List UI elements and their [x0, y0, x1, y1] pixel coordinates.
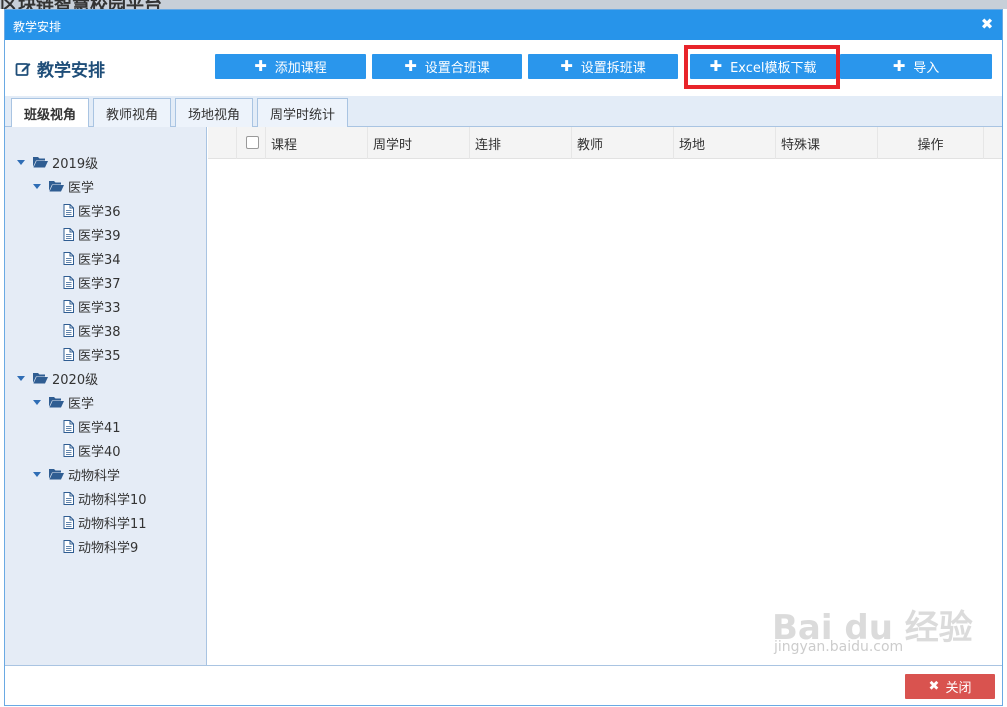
caret-down-icon: [33, 471, 41, 477]
edit-icon: [15, 62, 31, 76]
grid-header: 课程 周学时 连排 教师 场地 特殊课 操作: [208, 127, 1002, 159]
file-icon: [63, 227, 74, 241]
tree-node-class[interactable]: 动物科学11: [63, 511, 147, 533]
tab-class-view[interactable]: 班级视角: [11, 98, 89, 128]
file-icon: [63, 203, 74, 217]
file-icon: [63, 515, 74, 529]
column-header-actions[interactable]: 操作: [877, 127, 984, 159]
background-page-strip: 区块链智慧校园平台: [0, 0, 1007, 9]
close-icon[interactable]: ✖: [980, 17, 994, 32]
plus-icon: ✚: [892, 57, 906, 75]
tree-node-class[interactable]: 医学37: [63, 271, 121, 293]
tab-teacher-view[interactable]: 教师视角: [93, 98, 171, 127]
tree-node-label: 医学40: [78, 444, 121, 460]
set-merge-class-label: 设置合班课: [424, 61, 490, 76]
add-course-label: 添加课程: [274, 61, 327, 76]
tree-node-label: 医学36: [78, 204, 121, 220]
dialog-title-bar: 教学安排 ✖: [5, 10, 1002, 40]
tree-node-class[interactable]: 医学41: [63, 415, 121, 437]
import-button[interactable]: ✚ 导入: [840, 54, 992, 79]
file-icon: [63, 275, 74, 289]
folder-open-icon: [49, 469, 64, 480]
plus-icon: ✚: [404, 57, 417, 75]
column-header-venue[interactable]: 场地: [673, 127, 775, 159]
tree-node-label: 医学: [68, 396, 95, 412]
tree-node-class[interactable]: 医学36: [63, 199, 121, 221]
caret-down-icon: [17, 159, 25, 165]
tree-node-label: 医学: [68, 180, 95, 196]
set-merge-class-button[interactable]: ✚ 设置合班课: [372, 54, 522, 79]
close-icon: ✖: [928, 679, 940, 694]
tree-node-label: 医学33: [78, 300, 121, 316]
caret-down-icon: [17, 375, 25, 381]
file-icon: [63, 419, 74, 433]
tree-node-class[interactable]: 医学38: [63, 319, 121, 341]
tree-node-label: 动物科学: [68, 468, 121, 484]
tree-node-class[interactable]: 医学33: [63, 295, 121, 317]
page-title-text: 教学安排: [37, 61, 105, 81]
page-title: 教学安排: [15, 56, 105, 81]
tab-weekly-hours[interactable]: 周学时统计: [257, 98, 348, 127]
tree-node-class[interactable]: 动物科学9: [63, 535, 138, 557]
column-header-course[interactable]: 课程: [265, 127, 367, 159]
tree-node-label: 医学34: [78, 252, 121, 268]
select-all-checkbox[interactable]: [246, 136, 259, 149]
folder-open-icon: [49, 181, 64, 192]
set-split-class-button[interactable]: ✚ 设置拆班课: [528, 54, 678, 79]
tree-node-label: 动物科学10: [78, 492, 147, 508]
tree-node-label: 动物科学9: [78, 540, 139, 556]
file-icon: [63, 323, 74, 337]
tab-venue-view[interactable]: 场地视角: [175, 98, 253, 127]
tree-node-grade-2020[interactable]: 2020级: [17, 367, 98, 389]
class-tree: 2019级 医学 医学36 医学39 医学34 医学37 医学33 医学38 医…: [5, 127, 207, 665]
column-header-special-course[interactable]: 特殊课: [775, 127, 877, 159]
plus-icon: ✚: [560, 57, 573, 75]
folder-open-icon: [49, 397, 64, 408]
tree-node-label: 医学37: [78, 276, 121, 292]
dialog-title: 教学安排: [13, 20, 62, 34]
file-icon: [63, 443, 74, 457]
import-label: 导入: [913, 61, 940, 76]
course-grid: 课程 周学时 连排 教师 场地 特殊课 操作: [208, 127, 1002, 665]
tree-node-label: 医学39: [78, 228, 121, 244]
column-header-teacher[interactable]: 教师: [571, 127, 673, 159]
tree-node-grade-2019[interactable]: 2019级: [17, 151, 98, 173]
plus-icon: ✚: [254, 57, 267, 75]
file-icon: [63, 491, 74, 505]
tree-node-label: 2019级: [52, 156, 99, 172]
teaching-arrangement-dialog: 教学安排 ✖ 教学安排 ✚ 添加课程 ✚ 设置合班课 ✚ 设置拆班课 ✚ Exc…: [4, 9, 1003, 706]
tree-node-label: 医学38: [78, 324, 121, 340]
view-tabs: 班级视角 教师视角 场地视角 周学时统计: [5, 96, 1002, 128]
tree-node-class[interactable]: 医学40: [63, 439, 121, 461]
tree-node-major-medicine[interactable]: 医学: [33, 175, 94, 197]
dialog-footer: ✖ 关闭: [5, 665, 1002, 705]
set-split-class-label: 设置拆班课: [580, 61, 646, 76]
file-icon: [63, 251, 74, 265]
tree-node-class[interactable]: 动物科学10: [63, 487, 147, 509]
folder-open-icon: [33, 157, 48, 168]
tree-node-label: 医学35: [78, 348, 121, 364]
column-header-consecutive[interactable]: 连排: [469, 127, 571, 159]
tree-node-label: 2020级: [52, 372, 99, 388]
add-course-button[interactable]: ✚ 添加课程: [215, 54, 366, 79]
tree-node-label: 动物科学11: [78, 516, 147, 532]
caret-down-icon: [33, 399, 41, 405]
file-icon: [63, 299, 74, 313]
caret-down-icon: [33, 183, 41, 189]
tree-node-major-animal-science[interactable]: 动物科学: [33, 463, 120, 485]
close-button[interactable]: ✖ 关闭: [905, 674, 995, 699]
tree-node-major-medicine[interactable]: 医学: [33, 391, 94, 413]
tree-node-label: 医学41: [78, 420, 121, 436]
file-icon: [63, 347, 74, 361]
highlight-annotation-box: [684, 45, 840, 89]
background-page-title: 区块链智慧校园平台: [0, 0, 162, 9]
tree-node-class[interactable]: 医学35: [63, 343, 121, 365]
folder-open-icon: [33, 373, 48, 384]
tree-node-class[interactable]: 医学39: [63, 223, 121, 245]
tree-node-class[interactable]: 医学34: [63, 247, 121, 269]
file-icon: [63, 539, 74, 553]
close-button-label: 关闭: [945, 681, 972, 696]
column-header-weekly-hours[interactable]: 周学时: [367, 127, 469, 159]
dialog-header: 教学安排 ✚ 添加课程 ✚ 设置合班课 ✚ 设置拆班课 ✚ Excel模板下载 …: [5, 40, 1002, 96]
